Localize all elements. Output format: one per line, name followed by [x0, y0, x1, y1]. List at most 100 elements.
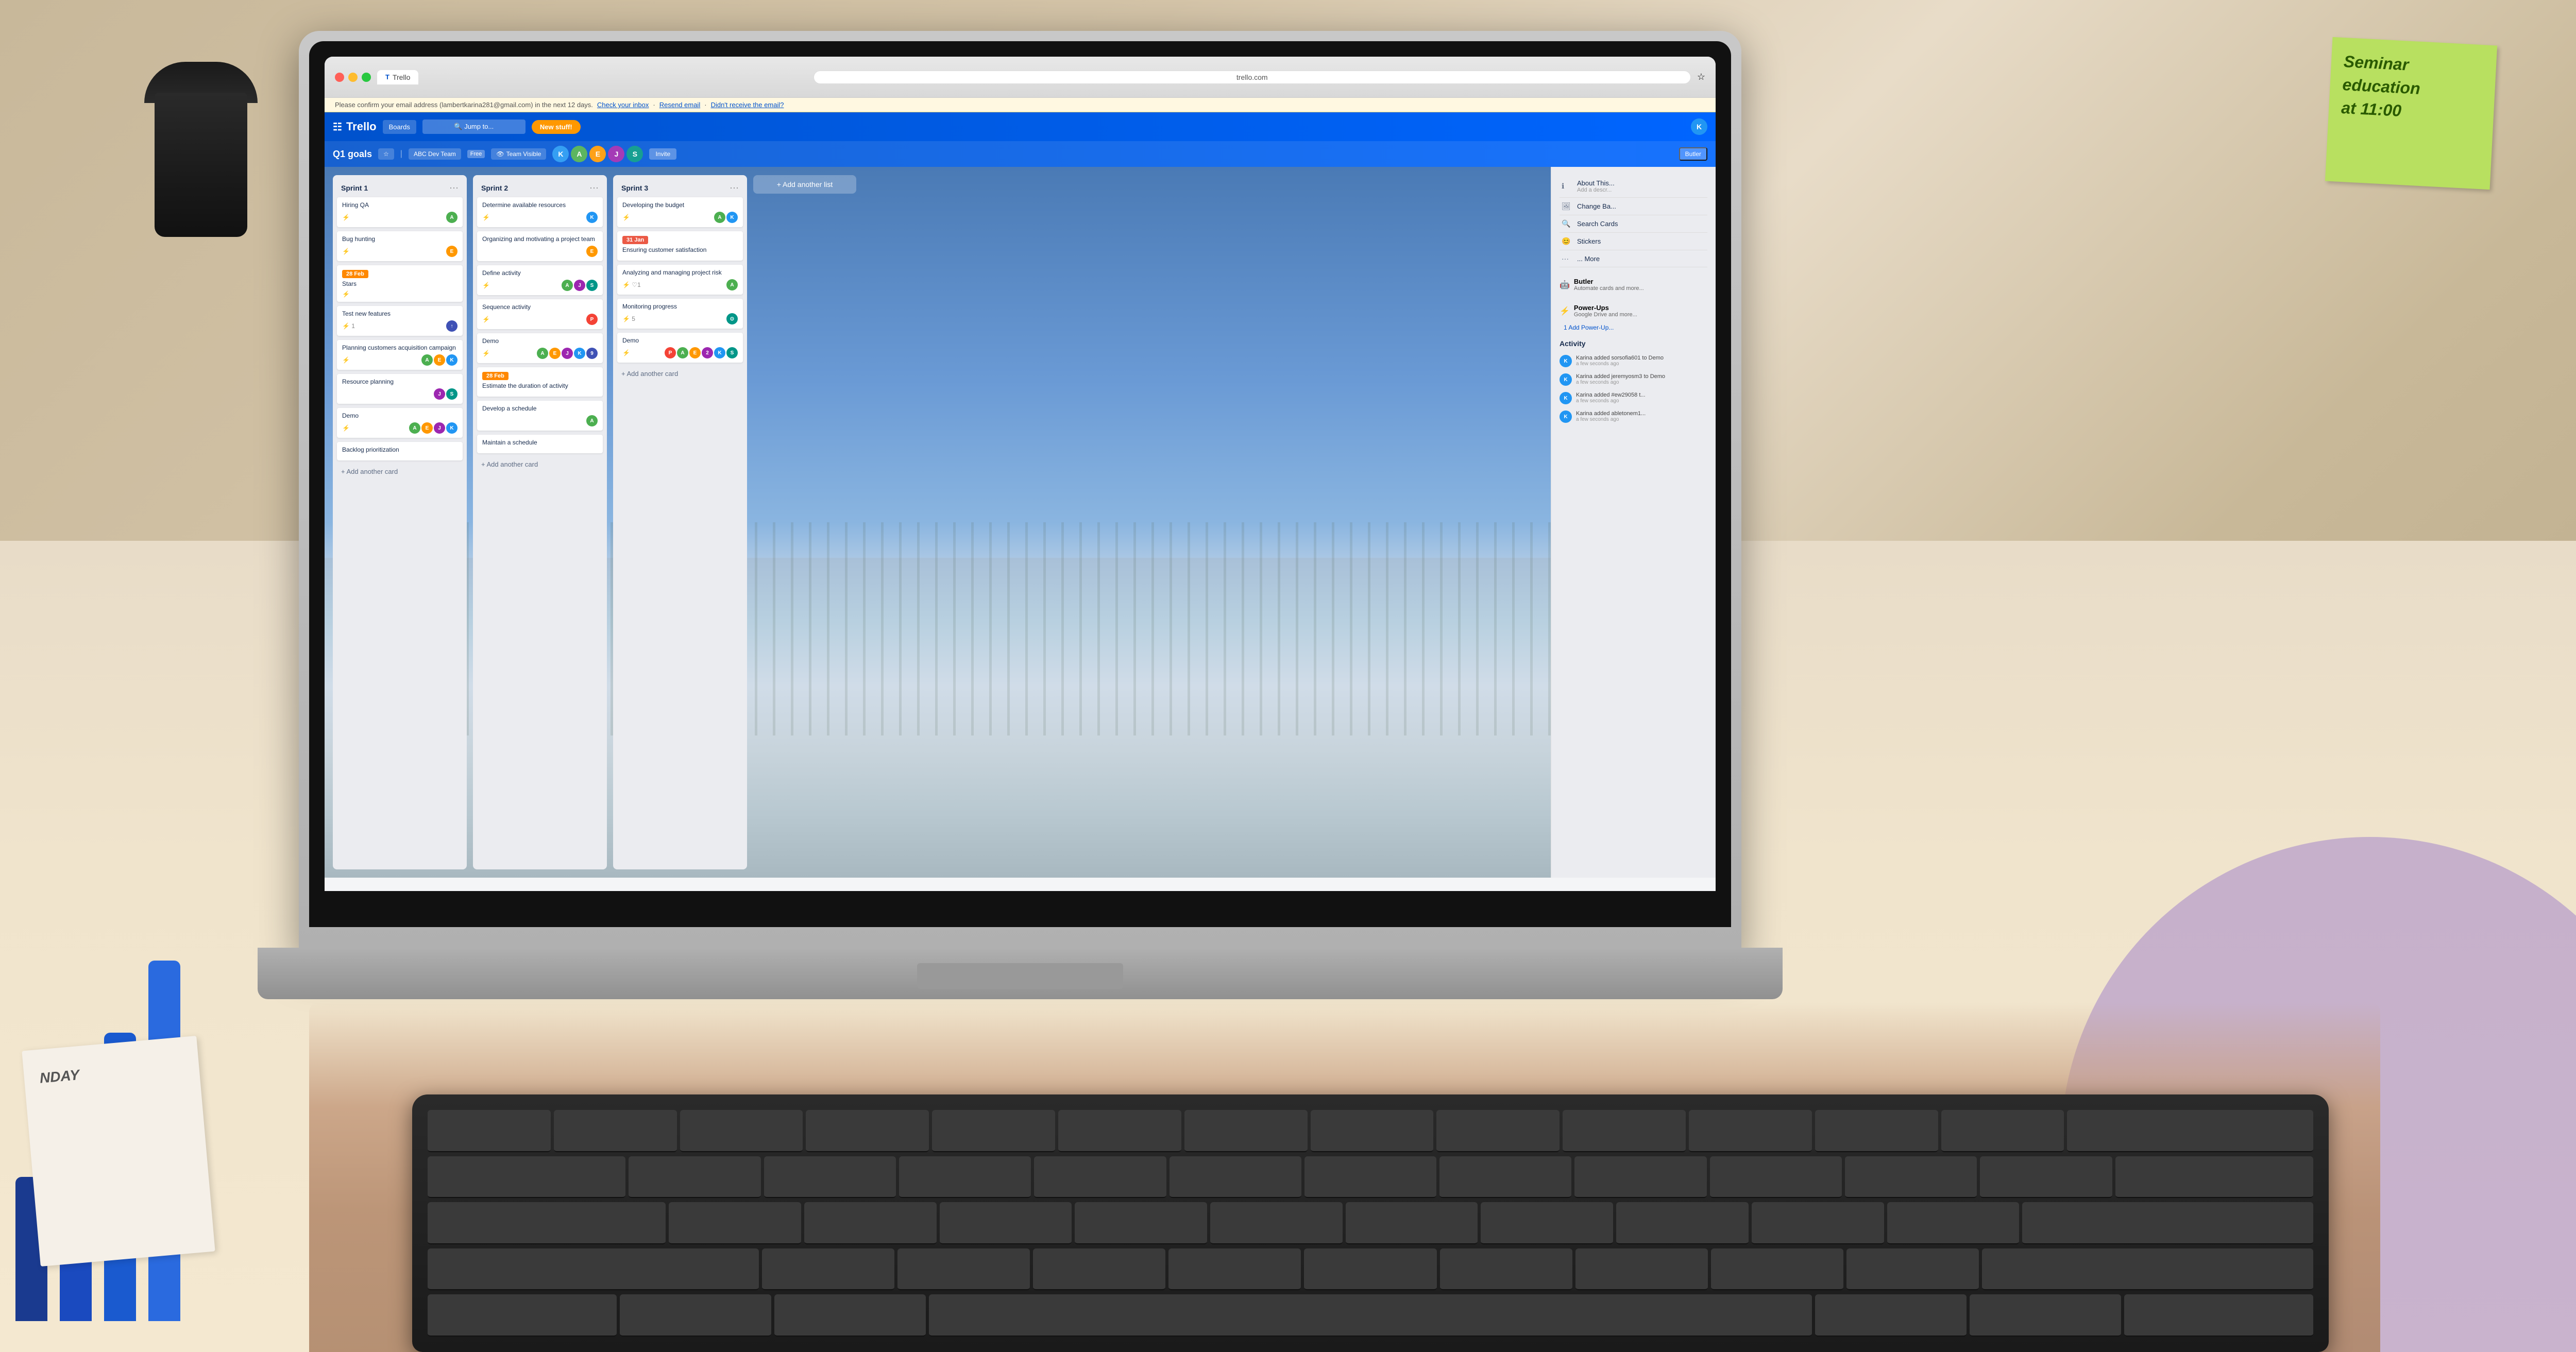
key[interactable]: [899, 1156, 1031, 1199]
key[interactable]: [1710, 1156, 1842, 1199]
key[interactable]: [1887, 1202, 2020, 1244]
key[interactable]: [428, 1110, 551, 1152]
key[interactable]: [2067, 1110, 2313, 1152]
invite-button[interactable]: Invite: [649, 148, 676, 160]
close-button[interactable]: [335, 73, 344, 82]
key[interactable]: [1574, 1156, 1706, 1199]
card[interactable]: Demo⚡AEJK9: [477, 333, 603, 363]
card[interactable]: Demo⚡PAE2KS: [617, 333, 743, 363]
key[interactable]: [806, 1110, 929, 1152]
power-ups-row[interactable]: ⚡ Power-Ups Google Drive and more...: [1560, 300, 1707, 322]
key[interactable]: [1563, 1110, 1686, 1152]
card[interactable]: Determine available resources⚡K: [477, 197, 603, 227]
key[interactable]: [669, 1202, 801, 1244]
card[interactable]: Bug hunting⚡E: [337, 231, 463, 261]
key[interactable]: [932, 1110, 1055, 1152]
check-inbox-link[interactable]: Check your inbox: [597, 101, 649, 109]
key[interactable]: [1845, 1156, 1977, 1199]
key[interactable]: [554, 1110, 677, 1152]
key[interactable]: [1058, 1110, 1181, 1152]
key[interactable]: [1481, 1202, 1613, 1244]
card[interactable]: Planning customers acquisition campaign⚡…: [337, 340, 463, 370]
key[interactable]: [620, 1294, 771, 1337]
key[interactable]: [428, 1202, 666, 1244]
card[interactable]: Sequence activity⚡P: [477, 299, 603, 329]
key[interactable]: [1980, 1156, 2112, 1199]
no-email-link[interactable]: Didn't receive the email?: [711, 101, 784, 109]
butler-button[interactable]: Butler: [1679, 147, 1707, 161]
key[interactable]: [940, 1202, 1072, 1244]
address-bar[interactable]: trello.com: [814, 71, 1691, 84]
key[interactable]: [1815, 1294, 1967, 1337]
key[interactable]: [1184, 1110, 1308, 1152]
key[interactable]: [897, 1248, 1030, 1291]
key[interactable]: [2115, 1156, 2313, 1199]
key[interactable]: [1311, 1110, 1434, 1152]
key[interactable]: [1439, 1156, 1571, 1199]
key[interactable]: [774, 1294, 926, 1337]
key[interactable]: [680, 1110, 803, 1152]
key[interactable]: [1711, 1248, 1843, 1291]
team-name-button[interactable]: ABC Dev Team: [409, 148, 461, 160]
key[interactable]: [1616, 1202, 1749, 1244]
sidebar-about[interactable]: ℹ About This... Add a descr...: [1560, 175, 1707, 198]
user-avatar[interactable]: K: [1691, 118, 1707, 135]
card[interactable]: 31 JanEnsuring customer satisfaction: [617, 231, 743, 261]
key[interactable]: [1970, 1294, 2121, 1337]
key[interactable]: [1034, 1156, 1166, 1199]
card[interactable]: Maintain a schedule: [477, 435, 603, 453]
key[interactable]: [1815, 1110, 1938, 1152]
card[interactable]: 28 FebEstimate the duration of activity: [477, 367, 603, 397]
key[interactable]: [2124, 1294, 2313, 1337]
key[interactable]: [804, 1202, 937, 1244]
trackpad[interactable]: [917, 963, 1123, 989]
card[interactable]: 28 FebStars⚡: [337, 265, 463, 302]
new-stuff-button[interactable]: New stuff!: [532, 120, 581, 134]
key[interactable]: [1304, 1248, 1436, 1291]
bookmark-icon[interactable]: ☆: [1697, 72, 1705, 82]
star-board-button[interactable]: ☆: [378, 148, 394, 160]
key[interactable]: [428, 1156, 625, 1199]
key[interactable]: [1575, 1248, 1708, 1291]
add-card-button[interactable]: + Add another card: [337, 465, 463, 478]
card[interactable]: Analyzing and managing project risk⚡ ♡1A: [617, 265, 743, 295]
key[interactable]: [428, 1294, 617, 1337]
add-power-up-link[interactable]: 1 Add Power-Up...: [1560, 322, 1707, 333]
card[interactable]: Define activity⚡AJS: [477, 265, 603, 295]
key[interactable]: [1752, 1202, 1884, 1244]
key[interactable]: [1033, 1248, 1165, 1291]
key[interactable]: [764, 1156, 896, 1199]
sidebar-stickers[interactable]: 😊 Stickers: [1560, 233, 1707, 250]
card[interactable]: Resource planningJS: [337, 374, 463, 404]
add-list-button[interactable]: + Add another list: [753, 175, 856, 194]
key[interactable]: [428, 1248, 759, 1291]
key[interactable]: [1304, 1156, 1436, 1199]
butler-row[interactable]: 🤖 Butler Automate cards and more...: [1560, 273, 1707, 296]
sidebar-search-cards[interactable]: 🔍 Search Cards: [1560, 215, 1707, 233]
key[interactable]: [762, 1248, 894, 1291]
minimize-button[interactable]: [348, 73, 358, 82]
card[interactable]: Test new features⚡ 1↑: [337, 306, 463, 336]
key[interactable]: [1170, 1156, 1301, 1199]
add-card-button[interactable]: + Add another card: [477, 457, 603, 471]
card[interactable]: Hiring QA⚡A: [337, 197, 463, 227]
key[interactable]: [1941, 1110, 2064, 1152]
resend-email-link[interactable]: Resend email: [659, 101, 701, 109]
card[interactable]: Backlog prioritization: [337, 442, 463, 460]
card[interactable]: Monitoring progress⚡ 5⊙: [617, 299, 743, 329]
key[interactable]: [1689, 1110, 1812, 1152]
spacebar-key[interactable]: [929, 1294, 1812, 1337]
card[interactable]: Developing the budget⚡AK: [617, 197, 743, 227]
boards-button[interactable]: Boards: [383, 120, 416, 134]
card[interactable]: Demo⚡AEJK: [337, 408, 463, 438]
card[interactable]: Develop a scheduleA: [477, 401, 603, 431]
card[interactable]: Organizing and motivating a project team…: [477, 231, 603, 261]
key[interactable]: [629, 1156, 760, 1199]
jump-to-search[interactable]: 🔍 Jump to...: [422, 119, 526, 134]
key[interactable]: [1846, 1248, 1979, 1291]
sidebar-change-bg[interactable]: 🖼 Change Ba...: [1560, 198, 1707, 215]
key[interactable]: [2022, 1202, 2313, 1244]
key[interactable]: [1982, 1248, 2313, 1291]
key[interactable]: [1346, 1202, 1478, 1244]
key[interactable]: [1440, 1248, 1572, 1291]
